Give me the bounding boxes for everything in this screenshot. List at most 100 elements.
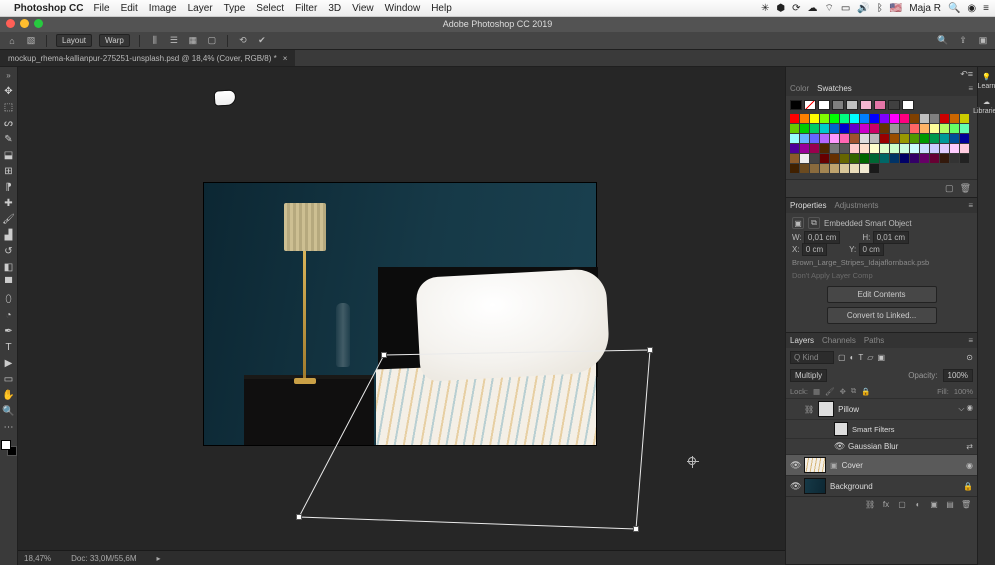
close-window[interactable] [6, 19, 15, 28]
zoom-level[interactable]: 18,47% [24, 554, 51, 563]
cloud-icon[interactable]: ☁ [808, 3, 818, 14]
dropbox-icon[interactable]: ⬢ [776, 3, 785, 14]
gradient-tool[interactable]: ▀ [2, 276, 16, 290]
swatch[interactable] [820, 164, 829, 173]
swatch[interactable] [920, 114, 929, 123]
swatch[interactable] [900, 124, 909, 133]
status-disclosure-icon[interactable]: ▸ [157, 554, 161, 563]
brush-tool[interactable]: 🖌 [2, 212, 16, 226]
swatch[interactable] [920, 124, 929, 133]
tab-paths[interactable]: Paths [864, 336, 884, 345]
swatch[interactable] [910, 114, 919, 123]
layer-row-background[interactable]: 👁 Background 🔒 [786, 475, 977, 496]
swatch[interactable] [870, 114, 879, 123]
swatch[interactable] [900, 154, 909, 163]
tab-adjustments[interactable]: Adjustments [834, 201, 878, 210]
transform-handle-tr[interactable] [647, 347, 653, 353]
zoom-tool[interactable]: 🔍 [2, 404, 16, 418]
sync-icon[interactable]: ⟳ [792, 3, 800, 14]
filter-shape-icon[interactable]: ▱ [867, 353, 873, 362]
swatch[interactable] [870, 144, 879, 153]
menu-layer[interactable]: Layer [188, 3, 213, 14]
user-name[interactable]: Maja R [909, 3, 941, 14]
grid-3x3-icon[interactable]: ▦ [187, 35, 199, 47]
libraries-panel-button[interactable]: ☁ Libraries [973, 98, 995, 115]
tab-channels[interactable]: Channels [822, 336, 856, 345]
menu-view[interactable]: View [352, 3, 374, 14]
canvas[interactable]: 18,47% Doc: 33,0M/55,6M ▸ [18, 67, 785, 565]
swatch[interactable] [800, 144, 809, 153]
layer-row-cover[interactable]: 👁 ▣ Cover ◉ [786, 454, 977, 475]
swatch[interactable] [800, 154, 809, 163]
lasso-tool[interactable]: ᔕ [2, 116, 16, 130]
tab-properties[interactable]: Properties [790, 201, 826, 210]
swatch[interactable] [920, 144, 929, 153]
swatch[interactable] [830, 114, 839, 123]
swatch[interactable] [860, 114, 869, 123]
swatch[interactable] [874, 100, 886, 110]
visibility-icon[interactable]: 👁 [790, 460, 800, 471]
swatch[interactable] [940, 124, 949, 133]
history-brush-tool[interactable]: ↺ [2, 244, 16, 258]
swatch[interactable] [860, 134, 869, 143]
status-icon[interactable]: ✳ [761, 3, 769, 14]
wifi-icon[interactable]: ⌔ [825, 2, 834, 15]
swatch[interactable] [800, 134, 809, 143]
swatch[interactable] [902, 100, 914, 110]
spotlight-icon[interactable]: 🔍 [948, 3, 960, 14]
layer-mask-thumb[interactable] [818, 401, 834, 417]
fg-color[interactable] [1, 440, 11, 450]
lock-nest-icon[interactable]: ⧉ [851, 386, 856, 396]
pen-tool[interactable]: ✒ [2, 324, 16, 338]
link-layers-icon[interactable]: ⛓ [865, 500, 875, 509]
swatch[interactable] [810, 154, 819, 163]
fg-bg-swatch[interactable] [1, 440, 17, 456]
swatch[interactable] [870, 164, 879, 173]
swatch[interactable] [888, 100, 900, 110]
visibility-icon[interactable]: 👁 [790, 481, 800, 492]
filter-mask-thumb[interactable] [834, 422, 848, 436]
swatch[interactable] [810, 144, 819, 153]
swatch[interactable] [880, 124, 889, 133]
swatch[interactable] [850, 154, 859, 163]
swatch[interactable] [790, 134, 799, 143]
swatch[interactable] [890, 144, 899, 153]
menu-help[interactable]: Help [431, 3, 452, 14]
swatch[interactable] [850, 144, 859, 153]
swatch[interactable] [890, 134, 899, 143]
swatch[interactable] [920, 134, 929, 143]
lock-all-icon[interactable]: 🔒 [861, 387, 870, 396]
transform-handle-br[interactable] [633, 526, 639, 532]
swatch[interactable] [790, 124, 799, 133]
menu-edit[interactable]: Edit [121, 3, 138, 14]
swatch[interactable] [820, 114, 829, 123]
swatch[interactable] [950, 124, 959, 133]
swatch[interactable] [960, 124, 969, 133]
layer-name[interactable]: Cover [842, 461, 863, 470]
lock-pixels-icon[interactable]: 🖌 [825, 387, 835, 396]
swatch[interactable] [890, 154, 899, 163]
eraser-tool[interactable]: ◧ [2, 260, 16, 274]
menu-select[interactable]: Select [256, 3, 284, 14]
stamp-tool[interactable]: ▟ [2, 228, 16, 242]
filter-type-icon[interactable]: T [858, 353, 863, 362]
transform-handle-bl[interactable] [296, 514, 302, 520]
panel-menu-icon[interactable]: ≡ [968, 201, 973, 210]
swatch[interactable] [830, 144, 839, 153]
swatch[interactable] [850, 114, 859, 123]
swatch[interactable] [940, 144, 949, 153]
swatch[interactable] [830, 164, 839, 173]
swatch[interactable] [820, 144, 829, 153]
menu-filter[interactable]: Filter [295, 3, 317, 14]
smart-filter-toggle-icon[interactable]: ⌵ ◉ [958, 404, 973, 414]
swatch[interactable] [846, 100, 858, 110]
dodge-tool[interactable]: ◔ [2, 308, 16, 322]
blend-mode-select[interactable]: Multiply [790, 369, 827, 382]
menu-3d[interactable]: 3D [328, 3, 341, 14]
swatch[interactable] [860, 144, 869, 153]
swatch[interactable] [810, 124, 819, 133]
swatch[interactable] [840, 114, 849, 123]
swatch[interactable] [840, 144, 849, 153]
learn-panel-button[interactable]: 💡 Learn [978, 73, 995, 90]
y-field[interactable]: 0 cm [859, 243, 884, 256]
